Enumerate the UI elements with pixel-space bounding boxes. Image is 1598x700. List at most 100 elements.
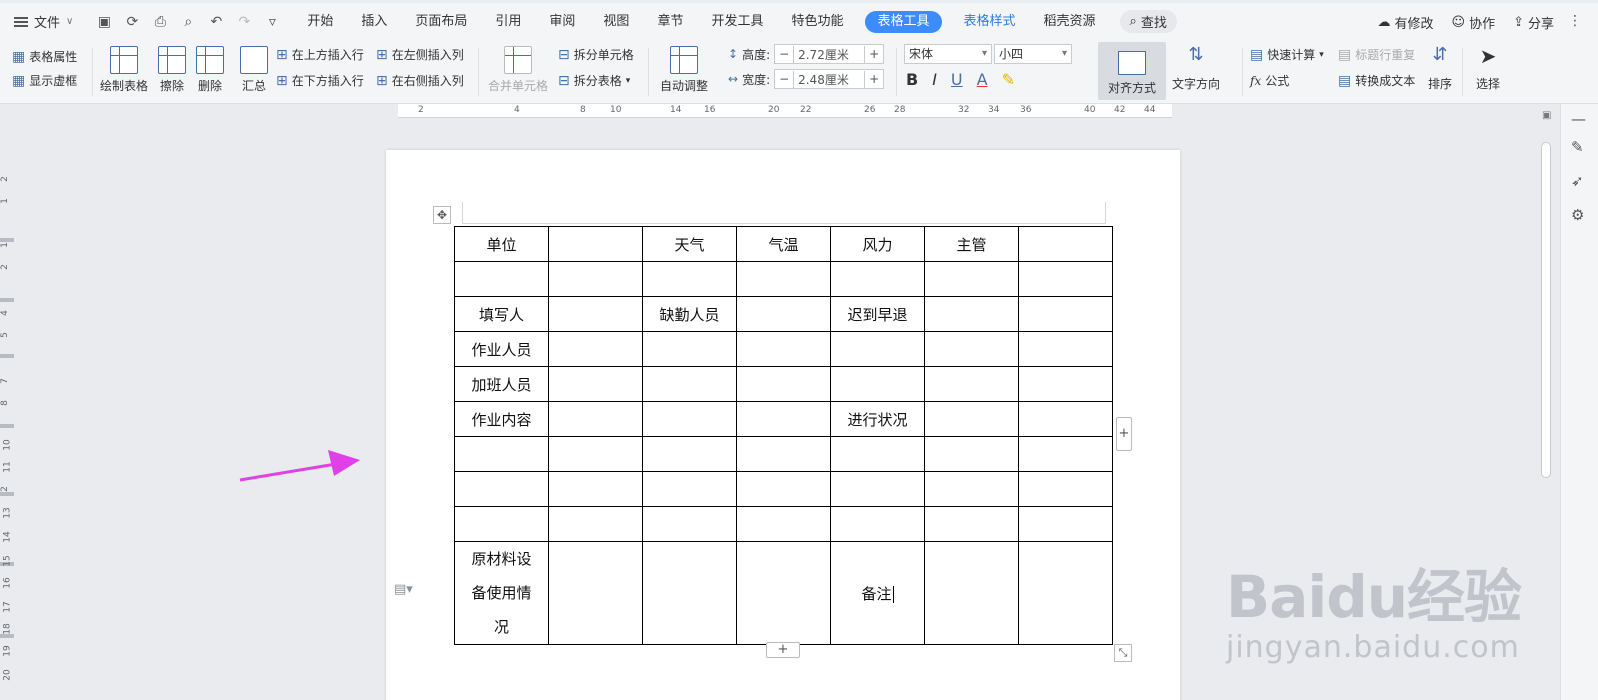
save-icon[interactable]: ▣ (95, 14, 113, 30)
alignment-button[interactable]: 对齐方式 (1098, 42, 1166, 100)
table-cell[interactable] (830, 506, 925, 542)
select-cursor-icon[interactable]: ➶ (1571, 172, 1584, 190)
table-cell[interactable] (736, 261, 831, 297)
table-cell[interactable]: 风力 (830, 226, 925, 262)
auto-fit-button[interactable]: 自动调整 (660, 46, 708, 94)
width-input[interactable]: 2.48厘米 (793, 70, 866, 88)
table-cell[interactable] (830, 436, 925, 472)
table-cell[interactable] (548, 261, 643, 297)
height-decrease-button[interactable]: − (775, 47, 793, 61)
summary-button[interactable]: 汇总 (240, 46, 268, 94)
table-cell[interactable] (548, 436, 643, 472)
height-input[interactable]: 2.72厘米 (793, 45, 866, 63)
add-column-button[interactable]: + (1116, 417, 1132, 451)
width-increase-button[interactable]: + (865, 72, 883, 86)
convert-to-text-button[interactable]: ▤ 转换成文本 (1338, 72, 1415, 89)
bold-button[interactable]: B (906, 70, 918, 89)
add-row-button[interactable]: + (766, 642, 800, 658)
insert-col-right-button[interactable]: ⊞ 在右侧插入列 (376, 72, 464, 89)
table-cell[interactable] (642, 506, 737, 542)
undo-icon[interactable]: ↶ (207, 14, 225, 30)
table-cell[interactable] (454, 261, 549, 297)
tab-docer[interactable]: 稻壳资源 (1030, 2, 1110, 42)
tab-page-layout[interactable]: 页面布局 (401, 2, 481, 42)
table-cell[interactable] (548, 471, 643, 507)
table-cell[interactable] (1018, 261, 1113, 297)
highlight-icon[interactable]: ✎ (1002, 70, 1015, 89)
quick-calc-button[interactable]: ▤ 快速计算 ▾ (1250, 46, 1324, 63)
table-cell[interactable]: 气温 (736, 226, 831, 262)
more-icon[interactable]: ⋮ (1568, 13, 1582, 29)
collab-button[interactable]: ☺ 协作 (1452, 13, 1496, 32)
table-cell[interactable] (1018, 331, 1113, 367)
vertical-ruler[interactable]: 2 1 1 2 4 5 7 8 10 11 2 13 14 15 16 17 1… (0, 118, 14, 700)
table-cell[interactable] (736, 506, 831, 542)
format-painter-icon[interactable]: ⟳ (123, 14, 141, 30)
font-name-select[interactable]: 宋体 (904, 44, 992, 64)
table-cell[interactable] (454, 506, 549, 542)
search-button[interactable]: ⌕ 查找 (1119, 10, 1177, 33)
table-cell[interactable] (924, 261, 1019, 297)
table-cell[interactable] (924, 296, 1019, 332)
tab-review[interactable]: 审阅 (535, 2, 589, 42)
share-button[interactable]: ⇪ 分享 (1513, 13, 1554, 32)
table-cell[interactable]: 主管 (924, 226, 1019, 262)
redo-icon[interactable]: ↷ (235, 14, 253, 30)
table-cell[interactable] (642, 471, 737, 507)
table-cell[interactable]: 迟到早退 (830, 296, 925, 332)
table-cell[interactable] (924, 331, 1019, 367)
table-cell[interactable] (924, 506, 1019, 542)
title-repeat-button[interactable]: ▤ 标题行重复 (1338, 46, 1415, 63)
table-cell[interactable] (548, 506, 643, 542)
split-view-icon[interactable]: ▣ (1542, 110, 1551, 121)
table-cell[interactable] (736, 296, 831, 332)
merge-cells-button[interactable]: 合并单元格 (488, 46, 548, 94)
table-cell[interactable] (548, 541, 643, 645)
table-cell[interactable] (1018, 506, 1113, 542)
file-menu[interactable]: 文件 ∨ (0, 12, 83, 31)
table-cell[interactable] (1018, 541, 1113, 645)
table-cell[interactable] (454, 436, 549, 472)
table-cell[interactable] (642, 261, 737, 297)
table-cell[interactable]: 作业内容 (454, 401, 549, 437)
tab-home[interactable]: 开始 (293, 2, 347, 42)
table-cell[interactable] (1018, 226, 1113, 262)
print-preview-icon[interactable]: ⌕ (179, 14, 197, 30)
table-cell[interactable] (642, 366, 737, 402)
paragraph-layout-icon[interactable]: ▤▾ (394, 582, 413, 597)
width-decrease-button[interactable]: − (775, 72, 793, 86)
table-cell[interactable] (548, 296, 643, 332)
table-cell[interactable] (642, 401, 737, 437)
tab-features[interactable]: 特色功能 (777, 2, 857, 42)
table-cell[interactable] (548, 331, 643, 367)
sort-button[interactable]: ⇵ 排序 (1426, 44, 1454, 92)
table-cell[interactable] (924, 366, 1019, 402)
table-cell[interactable]: 加班人员 (454, 366, 549, 402)
table-move-handle-icon[interactable]: ✥ (433, 206, 451, 224)
tab-references[interactable]: 引用 (481, 2, 535, 42)
table-cell[interactable] (548, 401, 643, 437)
vertical-scrollbar[interactable] (1540, 134, 1552, 700)
tab-table-tools[interactable]: 表格工具 (865, 10, 942, 33)
table-cell[interactable] (1018, 436, 1113, 472)
table-cell[interactable] (736, 471, 831, 507)
select-button[interactable]: ➤ 选择 (1474, 44, 1502, 92)
table-cell[interactable] (830, 471, 925, 507)
table-cell[interactable] (1018, 471, 1113, 507)
table-cell[interactable] (1018, 366, 1113, 402)
text-direction-button[interactable]: ⇅ 文字方向 (1172, 44, 1220, 92)
table-cell[interactable]: 进行状况 (830, 401, 925, 437)
table-cell[interactable]: 天气 (642, 226, 737, 262)
table-cell[interactable] (924, 471, 1019, 507)
tab-view[interactable]: 视图 (589, 2, 643, 42)
table-cell[interactable] (1018, 296, 1113, 332)
table-cell[interactable]: 作业人员 (454, 331, 549, 367)
horizontal-ruler[interactable]: 2 4 8 10 14 16 20 22 26 28 32 34 36 40 4… (398, 104, 1172, 118)
table-cell[interactable] (736, 436, 831, 472)
collapse-icon[interactable]: — (1571, 110, 1586, 128)
tab-developer[interactable]: 开发工具 (697, 2, 777, 42)
tab-insert[interactable]: 插入 (347, 2, 401, 42)
tab-table-style[interactable]: 表格样式 (950, 2, 1030, 42)
print-icon[interactable]: ⎙ (151, 14, 169, 30)
delete-button[interactable]: 删除 (196, 46, 224, 94)
